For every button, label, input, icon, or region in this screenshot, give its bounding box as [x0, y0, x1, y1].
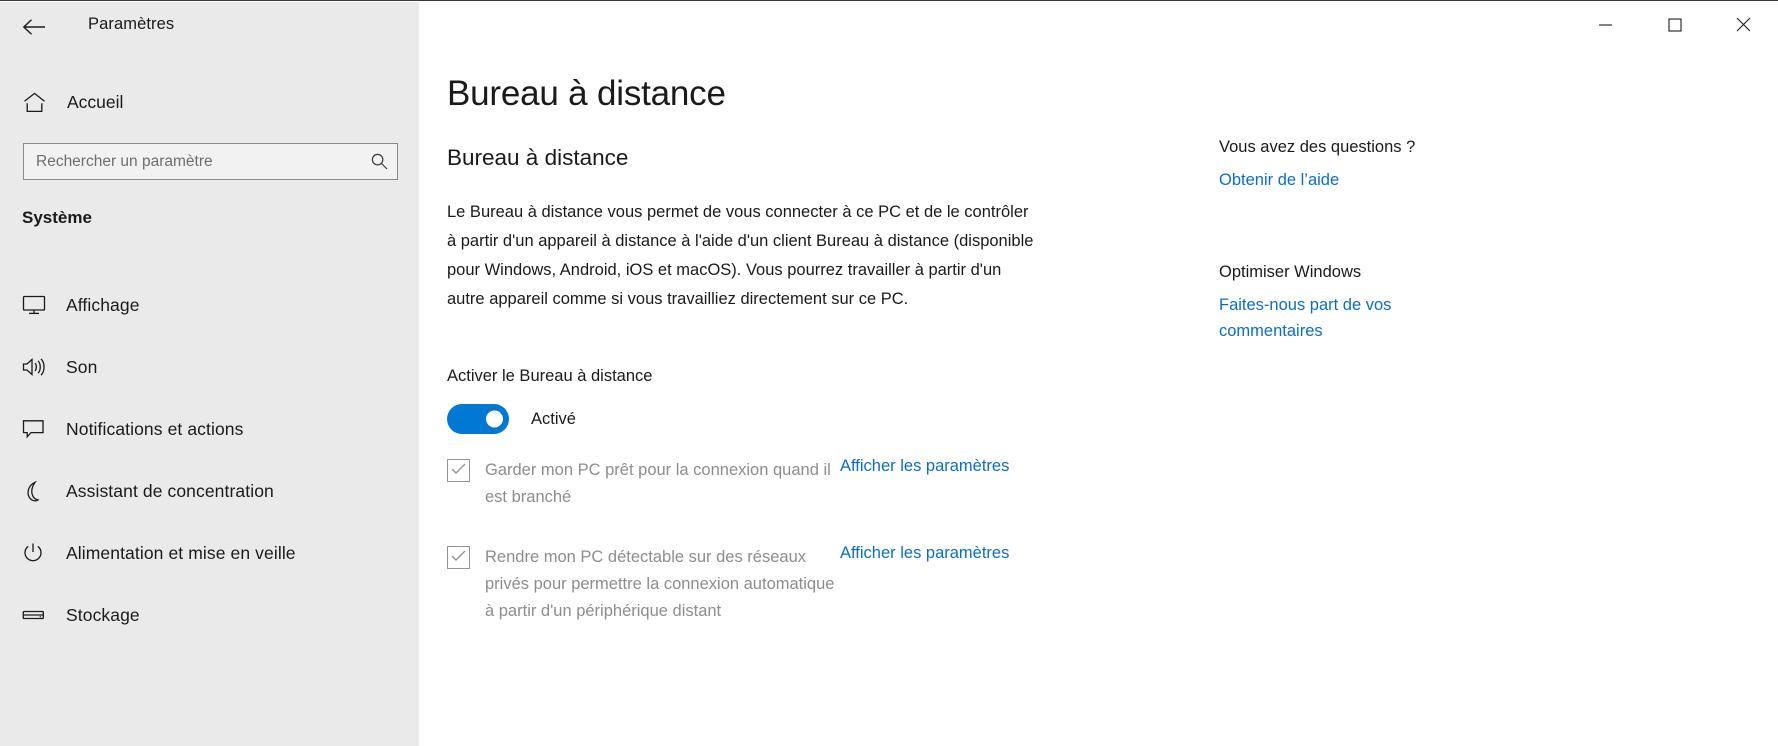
- speaker-icon: [22, 357, 56, 377]
- search-box[interactable]: [23, 143, 398, 180]
- description-text: Le Bureau à distance vous permet de vous…: [447, 203, 1034, 308]
- option-row: Garder mon PC prêt pour la connexion qua…: [447, 457, 1457, 511]
- questions-heading: Vous avez des questions ?: [1219, 138, 1416, 156]
- sidebar-item-label: Son: [66, 356, 98, 377]
- questions-block: Vous avez des questions ? Obtenir de l’a…: [1219, 138, 1415, 193]
- sidebar-item-notifications[interactable]: Notifications et actions: [0, 398, 419, 460]
- monitor-icon: [22, 295, 56, 315]
- sidebar-item-alimentation[interactable]: Alimentation et mise en veille: [0, 522, 419, 584]
- minimize-icon: [1598, 18, 1613, 36]
- sidebar-item-label: Affichage: [66, 294, 140, 315]
- option-checkbox-group[interactable]: Garder mon PC prêt pour la connexion qua…: [447, 457, 840, 511]
- sidebar-item-assistant-concentration[interactable]: Assistant de concentration: [0, 460, 419, 522]
- checkbox-make-pc-discoverable[interactable]: [447, 546, 470, 569]
- drive-icon: [22, 608, 56, 622]
- feedback-link[interactable]: Faites-nous part de vos commentaires: [1219, 292, 1429, 344]
- sidebar-item-label: Notifications et actions: [66, 418, 244, 439]
- search-input[interactable]: [24, 144, 361, 179]
- remote-desktop-toggle[interactable]: [447, 404, 509, 434]
- sidebar-item-label: Stockage: [66, 604, 140, 625]
- sidebar: Accueil Système A: [0, 2, 419, 746]
- improve-heading: Optimiser Windows: [1219, 263, 1362, 281]
- sidebar-item-label: Alimentation et mise en veille: [66, 542, 296, 563]
- option-label: Garder mon PC prêt pour la connexion qua…: [485, 461, 831, 506]
- home-icon: [23, 92, 55, 113]
- minimize-button[interactable]: [1571, 1, 1640, 53]
- section-title: Bureau à distance: [447, 145, 629, 170]
- moon-icon: [22, 480, 56, 502]
- get-help-link[interactable]: Obtenir de l’aide: [1219, 167, 1339, 193]
- checkbox-keep-pc-awake[interactable]: [447, 459, 470, 482]
- close-button[interactable]: [1709, 1, 1778, 53]
- sidebar-home-label: Accueil: [67, 91, 124, 112]
- toggle-label: Activer le Bureau à distance: [447, 367, 653, 385]
- window-controls: [1571, 1, 1778, 53]
- sidebar-section-heading: Système: [22, 208, 92, 227]
- page-title: Bureau à distance: [447, 74, 726, 113]
- sidebar-item-affichage[interactable]: Affichage: [0, 274, 419, 336]
- title-bar: Paramètres: [0, 1, 1778, 53]
- checkmark-icon: [451, 462, 466, 480]
- improve-windows-block: Optimiser Windows Faites-nous part de vo…: [1219, 263, 1429, 344]
- sidebar-item-son[interactable]: Son: [0, 336, 419, 398]
- sidebar-item-stockage[interactable]: Stockage: [0, 584, 419, 646]
- toggle-state-label: Activé: [531, 409, 576, 428]
- chat-bubble-icon: [22, 419, 56, 439]
- remote-desktop-toggle-row: Activé: [447, 404, 576, 434]
- window-title: Paramètres: [88, 15, 175, 33]
- toggle-knob: [486, 410, 503, 428]
- option-row: Rendre mon PC détectable sur des réseaux…: [447, 544, 1457, 625]
- option-label: Rendre mon PC détectable sur des réseaux…: [485, 548, 835, 620]
- sidebar-nav-list: Affichage Son Notifications et actions A…: [0, 274, 419, 646]
- maximize-icon: [1667, 17, 1682, 37]
- back-button[interactable]: [11, 6, 57, 48]
- close-icon: [1736, 17, 1751, 37]
- show-settings-link-1[interactable]: Afficher les paramètres: [840, 457, 1009, 476]
- sidebar-item-home[interactable]: Accueil: [0, 80, 419, 124]
- search-icon[interactable]: [361, 144, 397, 179]
- option-checkbox-group[interactable]: Rendre mon PC détectable sur des réseaux…: [447, 544, 840, 625]
- back-arrow-icon: [22, 18, 46, 36]
- sidebar-item-label: Assistant de concentration: [66, 480, 274, 501]
- show-settings-link-2[interactable]: Afficher les paramètres: [840, 544, 1009, 563]
- checkmark-icon: [451, 549, 466, 567]
- power-icon: [22, 542, 56, 564]
- main-content: Bureau à distance Bureau à distance Le B…: [419, 2, 1778, 746]
- maximize-button[interactable]: [1640, 1, 1709, 53]
- settings-window: Paramètres Accueil Rechercher un paramèt…: [0, 0, 1778, 746]
